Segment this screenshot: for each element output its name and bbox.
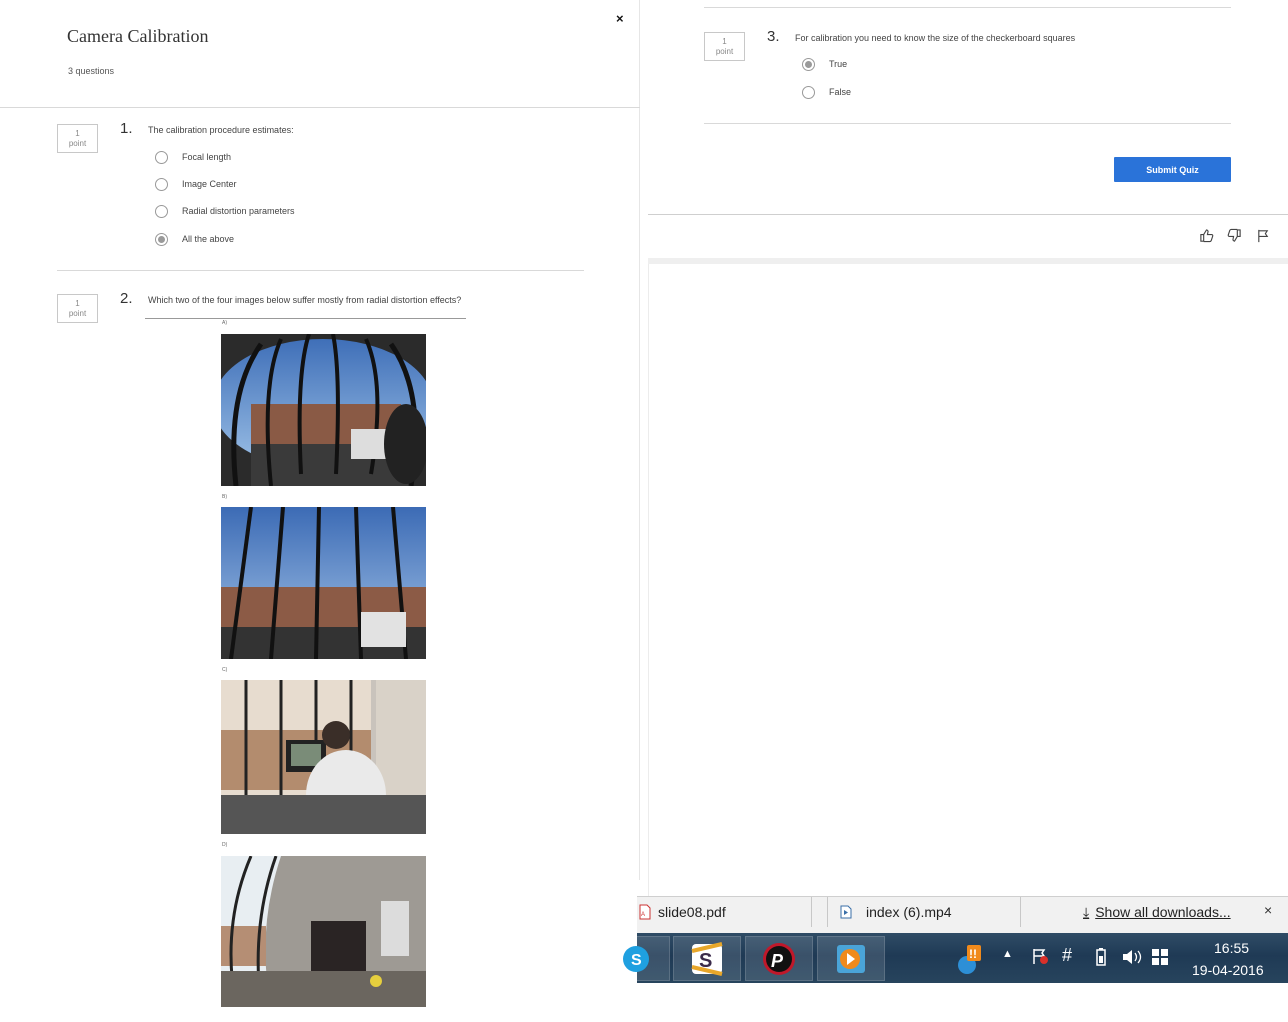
media-player-taskbar-button[interactable]	[817, 936, 885, 981]
skype-taskbar-button[interactable]: S	[602, 936, 670, 981]
download-item[interactable]: A slide08.pdf	[637, 897, 812, 927]
svg-text:P: P	[771, 951, 784, 971]
slack-icon: S	[691, 941, 723, 976]
video-file-icon	[840, 905, 852, 919]
volume-icon[interactable]	[1121, 947, 1143, 971]
photo-b	[221, 507, 426, 659]
close-quiz-button[interactable]: ×	[616, 11, 624, 26]
pdf-file-icon: A	[639, 904, 651, 920]
taskbar: S S P !! ▲ # 16:55 19-04-2016	[602, 933, 1288, 983]
slack-taskbar-button[interactable]: S	[673, 936, 741, 981]
option-image-center[interactable]: Image Center	[155, 176, 237, 192]
question-text: The calibration procedure estimates:	[148, 125, 294, 135]
footer-divider	[648, 214, 1288, 215]
option-all-the-above[interactable]: All the above	[155, 231, 234, 247]
clock-date[interactable]: 19-04-2016	[1192, 962, 1264, 978]
image-label-c: C)	[222, 667, 228, 673]
media-player-icon	[837, 944, 865, 973]
quiz-title: Camera Calibration	[67, 26, 209, 46]
image-label-a: A)	[222, 320, 227, 326]
windows-notification-icon[interactable]	[1151, 948, 1169, 970]
option-false[interactable]: False	[802, 84, 851, 100]
radio-button-selected[interactable]	[155, 232, 168, 246]
radio-button[interactable]	[802, 85, 815, 99]
question-divider	[704, 7, 1231, 8]
question-number: 2.	[120, 290, 133, 307]
photo-c	[221, 680, 426, 834]
show-all-downloads-link[interactable]: ⤓ Show all downloads...	[1083, 897, 1231, 927]
battery-icon[interactable]	[1093, 947, 1109, 971]
text-underline	[145, 318, 466, 319]
question-divider	[704, 123, 1231, 124]
flag-icon[interactable]	[1256, 228, 1271, 243]
option-radial-distortion[interactable]: Radial distortion parameters	[155, 203, 295, 219]
svg-text:A: A	[641, 912, 645, 918]
photo-d	[221, 856, 426, 1007]
picsart-icon: P	[763, 942, 795, 975]
image-label-b: B)	[222, 494, 227, 500]
thumbs-down-icon[interactable]	[1227, 228, 1242, 243]
svg-text:!!: !!	[969, 947, 977, 961]
svg-text:S: S	[631, 952, 642, 969]
question-text: Which two of the four images below suffe…	[148, 295, 462, 305]
radio-button[interactable]	[155, 150, 168, 164]
panel-divider	[639, 0, 640, 880]
blank-page-area	[648, 264, 1288, 904]
question-divider	[57, 270, 584, 271]
question-number: 3.	[767, 28, 780, 45]
question-count: 3 questions	[68, 66, 115, 76]
hashtag-icon[interactable]: #	[1062, 945, 1072, 966]
header-divider	[0, 107, 640, 108]
question-text: For calibration you need to know the siz…	[795, 33, 1076, 43]
picsart-taskbar-button[interactable]: P	[745, 936, 813, 981]
downloads-bar: A slide08.pdf index (6).mp4 ⤓ Show all d…	[637, 896, 1288, 933]
download-icon: ⤓	[1083, 903, 1090, 920]
skype-icon: S	[623, 945, 649, 972]
show-hidden-icons-icon[interactable]: ▲	[1002, 948, 1013, 960]
points-box-q1: 1 point	[57, 124, 98, 153]
points-box-q2: 1 point	[57, 294, 98, 323]
submit-quiz-button[interactable]: Submit Quiz	[1114, 157, 1231, 182]
network-status-icon[interactable]: !!	[955, 943, 983, 979]
action-center-flag-icon[interactable]	[1031, 947, 1049, 969]
clock-time[interactable]: 16:55	[1214, 940, 1249, 956]
radio-button[interactable]	[155, 177, 168, 191]
radio-button[interactable]	[155, 204, 168, 218]
question-number: 1.	[120, 120, 133, 137]
thumbs-up-icon[interactable]	[1199, 228, 1214, 243]
image-label-d: D)	[222, 842, 228, 848]
svg-text:S: S	[699, 950, 712, 972]
option-focal-length[interactable]: Focal length	[155, 149, 231, 165]
radio-button-selected[interactable]	[802, 57, 815, 71]
points-box-q3: 1 point	[704, 32, 745, 61]
photo-a	[221, 334, 426, 486]
close-downloads-button[interactable]: ×	[1264, 902, 1272, 918]
download-item[interactable]: index (6).mp4	[827, 897, 1021, 927]
option-true[interactable]: True	[802, 56, 847, 72]
